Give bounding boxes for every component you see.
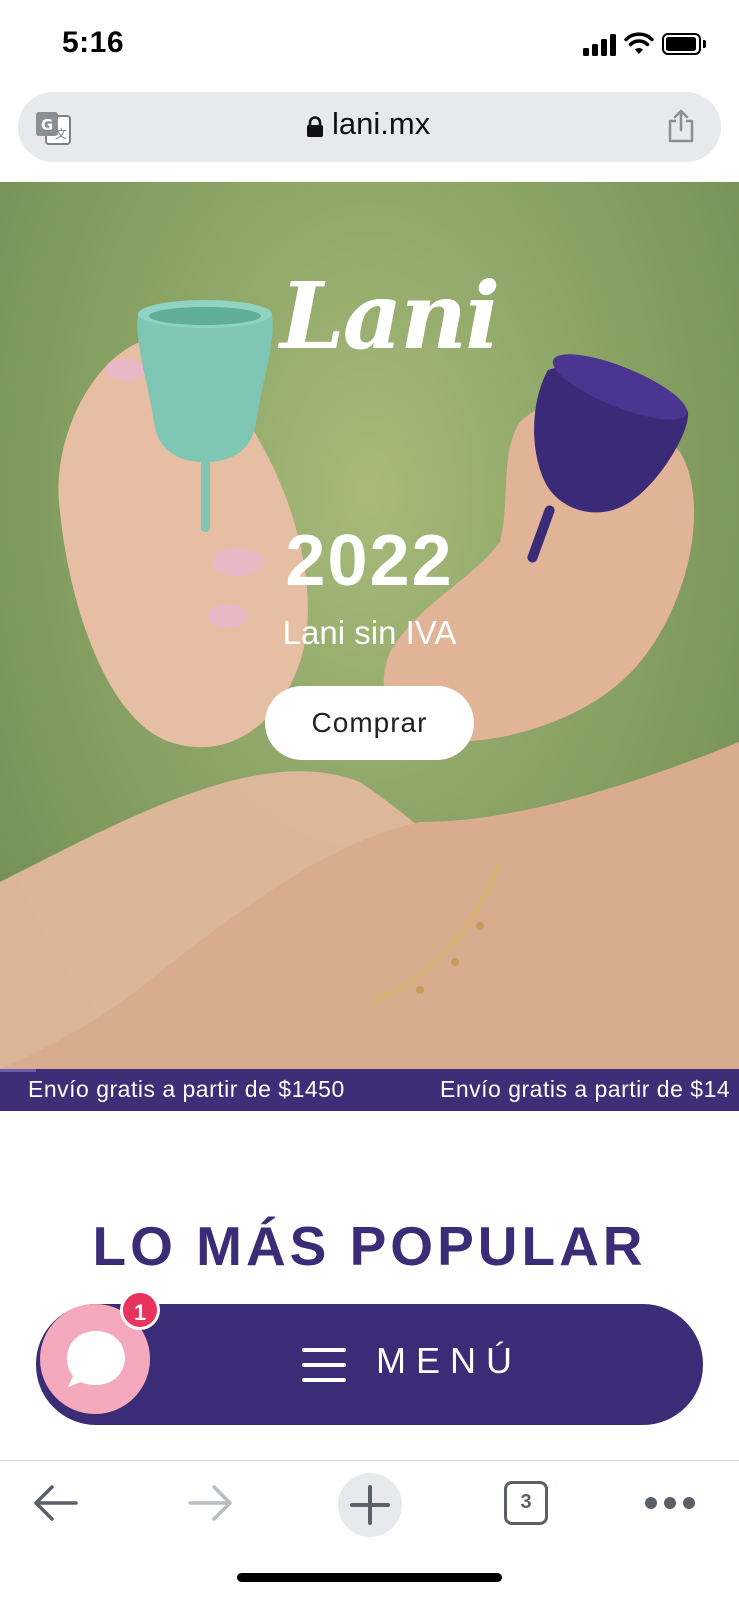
battery-icon [662,33,706,55]
more-options-icon[interactable] [645,1497,695,1509]
url-text[interactable]: lani.mx [332,106,430,142]
lock-icon [307,116,323,137]
promo-marquee: Envío gratis a partir de $1450 Envío gra… [0,1069,739,1111]
svg-text:G: G [41,116,53,134]
cellular-signal-icon [583,34,617,56]
svg-text:文: 文 [55,126,67,141]
buy-button[interactable]: Comprar [265,686,474,760]
back-arrow-icon[interactable] [30,1481,80,1525]
promo-text: Envío gratis a partir de $1450 [28,1076,345,1102]
home-indicator [237,1573,502,1582]
hamburger-icon [302,1348,348,1384]
tab-switcher-button[interactable]: 3 [504,1481,548,1525]
notification-badge: 1 [120,1290,160,1330]
status-time: 5:16 [62,26,125,59]
translate-icon[interactable]: G 文 [34,110,72,146]
address-bar[interactable]: G 文 lani.mx [18,92,721,162]
menu-label: MENÚ [376,1340,522,1381]
brand-logo: Lani [280,262,500,370]
chat-bubble-icon [67,1331,125,1387]
forward-arrow-icon[interactable] [186,1481,236,1525]
hero-banner[interactable]: Lani 2022 Lani sin IVA Comprar [0,182,739,1069]
new-tab-button[interactable] [338,1473,402,1537]
plus-icon [350,1485,390,1525]
hero-subtitle: Lani sin IVA [282,614,457,651]
section-title: LO MÁS POPULAR [92,1215,647,1277]
promo-text: Envío gratis a partir de $14 [440,1076,731,1102]
hero-title: 2022 [285,521,454,601]
wifi-icon [624,32,654,54]
status-bar: 5:16 [0,0,739,90]
share-icon[interactable] [666,108,696,144]
marquee-progress-accent [0,1069,36,1072]
